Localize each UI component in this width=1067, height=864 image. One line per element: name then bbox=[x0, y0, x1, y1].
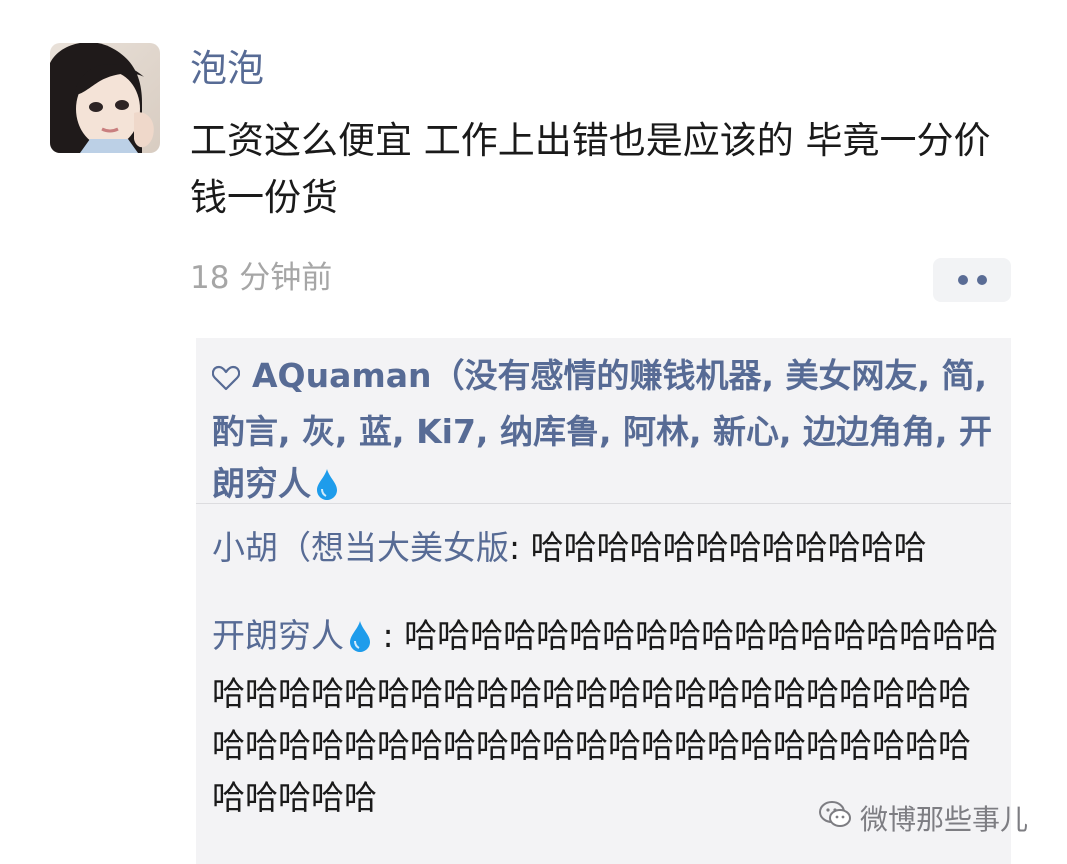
comment-separator: : bbox=[372, 616, 405, 655]
comment-box: AQuaman（没有感情的赚钱机器, 美女网友, 简, 酌言, 灰, 蓝, Ki… bbox=[196, 338, 1011, 864]
divider bbox=[196, 503, 1011, 504]
post-text: 工资这么便宜 工作上出错也是应该的 毕竟一分价钱一份货 bbox=[190, 119, 991, 219]
comment-separator: : bbox=[509, 528, 531, 567]
water-drop-icon bbox=[348, 616, 372, 668]
post-author[interactable]: 泡泡 bbox=[190, 44, 264, 94]
post-time: 18 分钟前 bbox=[190, 260, 333, 296]
water-drop-icon bbox=[315, 464, 339, 516]
more-icon-dot bbox=[976, 275, 987, 285]
heart-icon bbox=[211, 354, 241, 406]
wechat-icon bbox=[818, 800, 852, 839]
comment-author[interactable]: 小胡（想当大美女版 bbox=[212, 528, 509, 567]
comment-item[interactable]: 开朗穷人 : 哈哈哈哈哈哈哈哈哈哈哈哈哈哈哈哈哈哈哈哈哈哈哈哈哈哈哈哈哈哈哈哈哈… bbox=[212, 610, 1002, 824]
likes-list: AQuaman（没有感情的赚钱机器, 美女网友, 简, 酌言, 灰, 蓝, Ki… bbox=[211, 350, 1002, 516]
more-button[interactable] bbox=[933, 258, 1011, 302]
watermark: 微博那些事儿 bbox=[818, 800, 1028, 839]
comment-text: 哈哈哈哈哈哈哈哈哈哈哈哈 bbox=[530, 528, 927, 567]
more-icon-dot bbox=[957, 275, 968, 285]
watermark-text: 微博那些事儿 bbox=[860, 802, 1029, 836]
avatar-image bbox=[50, 43, 160, 153]
comment-item[interactable]: 小胡（想当大美女版: 哈哈哈哈哈哈哈哈哈哈哈哈 bbox=[212, 522, 1002, 574]
avatar[interactable] bbox=[50, 43, 160, 153]
comment-author[interactable]: 开朗穷人 bbox=[212, 616, 344, 655]
